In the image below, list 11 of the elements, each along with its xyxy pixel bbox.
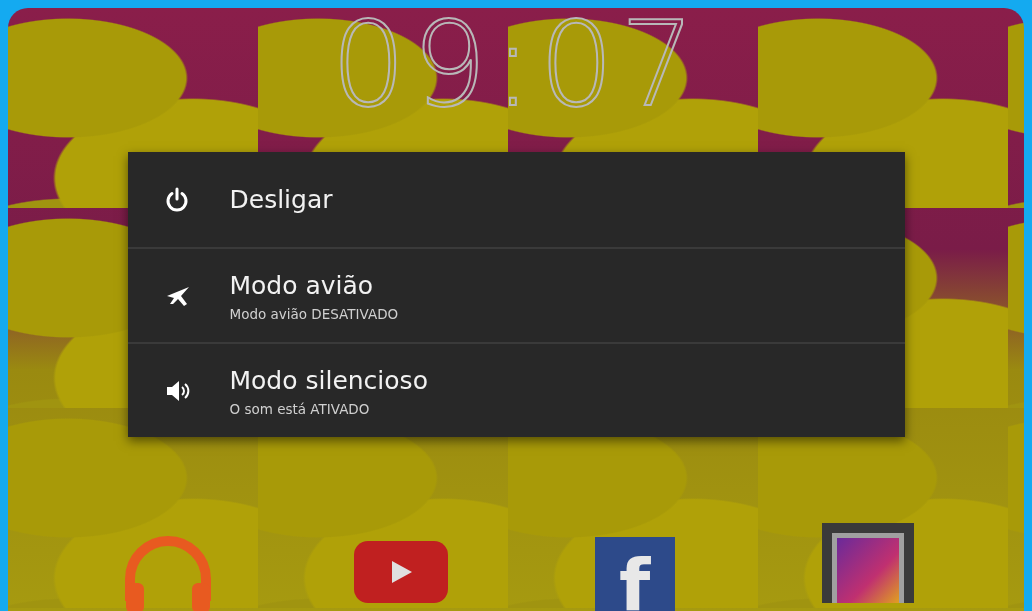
menu-item-title: Desligar xyxy=(229,183,333,216)
menu-item-title: Modo silencioso xyxy=(229,364,428,397)
menu-item[interactable]: Desligar xyxy=(127,152,905,247)
menu-item-status: Modo avião DESATIVADO xyxy=(229,305,399,322)
video-play-icon[interactable] xyxy=(354,541,449,603)
letter-tile-icon[interactable]: f xyxy=(594,537,675,611)
menu-item-title: Modo avião xyxy=(229,269,375,302)
picture-frame-icon[interactable] xyxy=(822,523,914,603)
menu-item[interactable]: Modo silencioso O som está ATIVADO xyxy=(127,342,905,437)
menu-item[interactable]: Modo avião Modo avião DESATIVADO xyxy=(127,247,905,342)
menu-item-status: O som está ATIVADO xyxy=(229,400,371,417)
